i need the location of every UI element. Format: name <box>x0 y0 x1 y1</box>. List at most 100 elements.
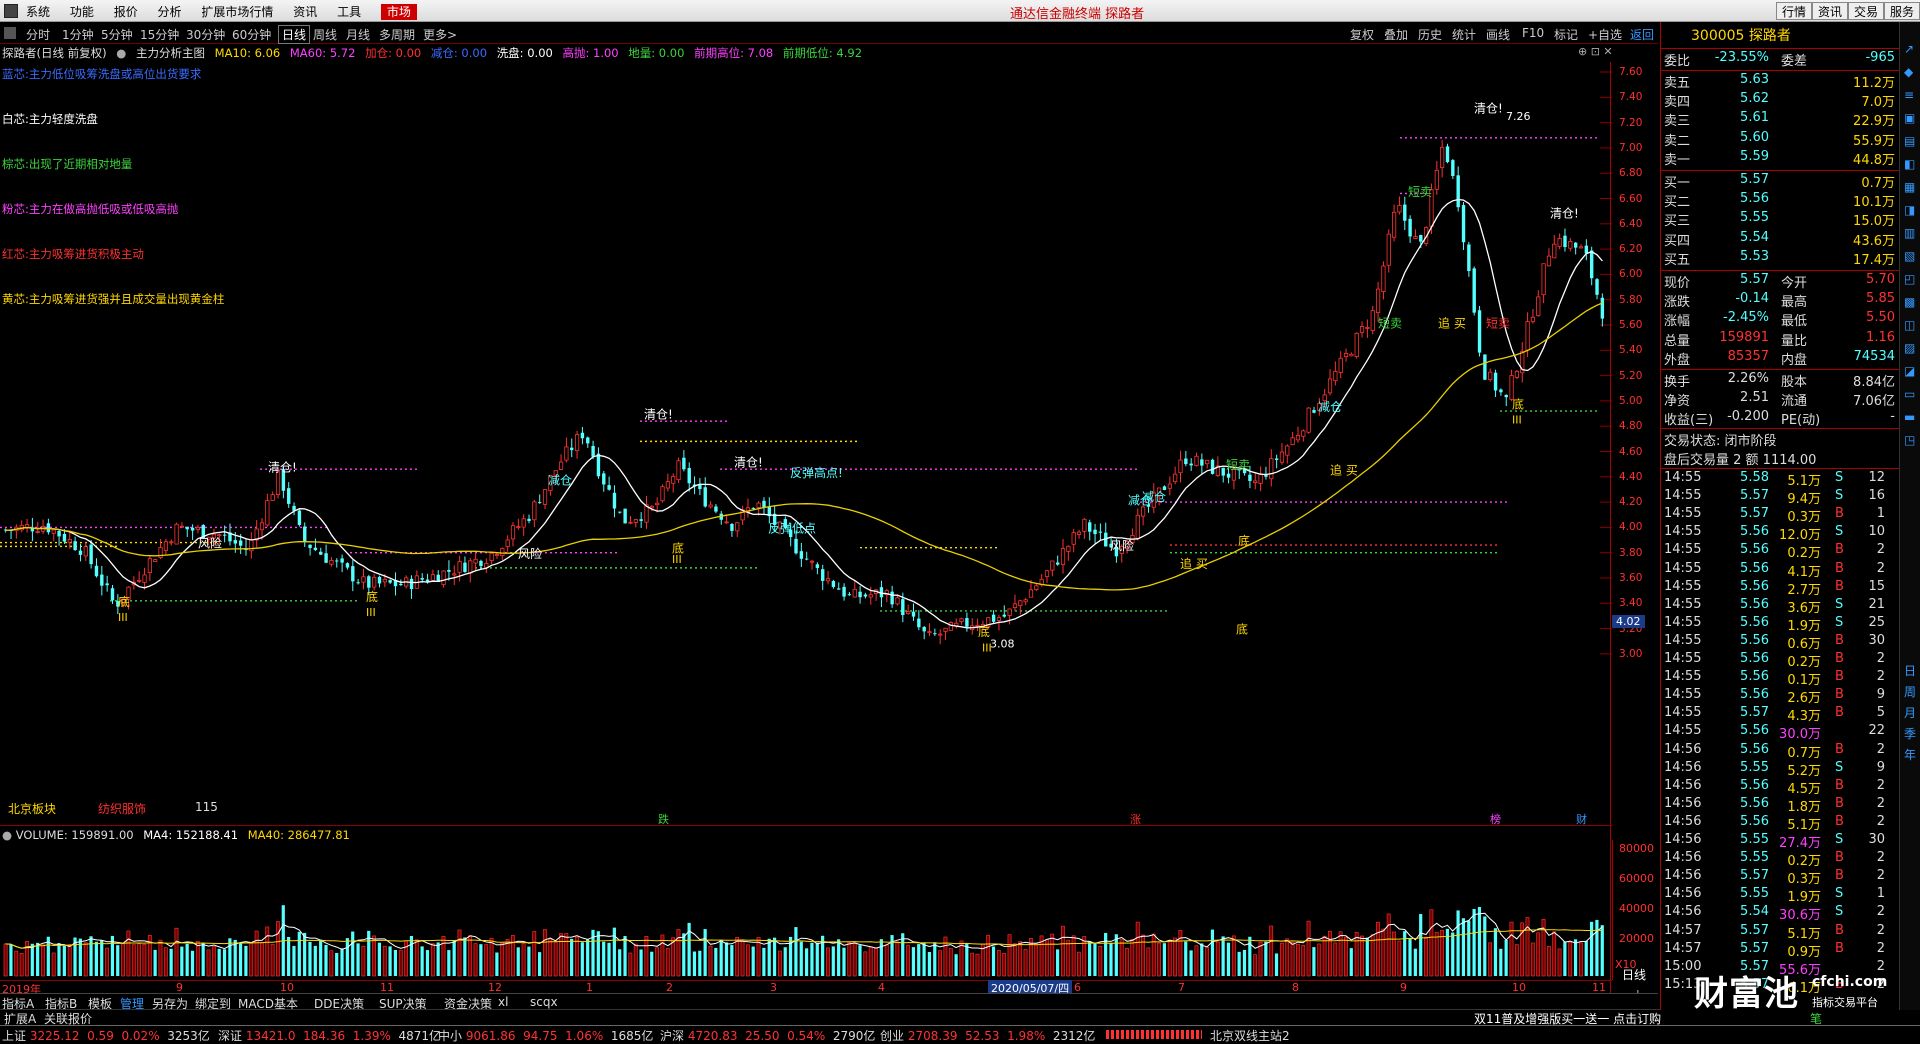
candle-body <box>1066 545 1071 552</box>
side-tool-icon[interactable]: ≡ <box>1904 88 1914 102</box>
btn-quote[interactable]: 行情 <box>1776 2 1813 20</box>
side-period-icon[interactable]: 年 <box>1904 746 1916 763</box>
menu-function[interactable]: 功能 <box>70 5 94 19</box>
app-icon[interactable] <box>4 4 18 18</box>
index-quote[interactable]: 深证 13421.0 184.36 1.39% 4871亿 <box>218 1027 441 1044</box>
period-more[interactable]: 更多> <box>423 26 457 43</box>
annot-di: 底 <box>978 624 990 639</box>
volume-bar <box>303 932 307 976</box>
volume-bar <box>409 935 414 976</box>
volume-bar <box>495 952 499 976</box>
btn-trade[interactable]: 交易 <box>1848 2 1885 20</box>
side-tool-icon[interactable]: ▥ <box>1904 226 1915 240</box>
period-60min[interactable]: 60分钟 <box>232 26 271 43</box>
tool-back[interactable]: 返回 <box>1630 26 1654 43</box>
period-multi[interactable]: 多周期 <box>379 26 415 43</box>
side-tool-icon[interactable]: ◆ <box>1904 65 1913 79</box>
volume-bar <box>319 939 323 976</box>
menu-quote[interactable]: 报价 <box>114 5 138 19</box>
menu-system[interactable]: 系统 <box>26 5 50 19</box>
side-tool-icon[interactable]: ↗ <box>1904 42 1914 56</box>
side-tool-icon[interactable]: ▭ <box>1904 387 1915 401</box>
candlestick-chart[interactable]: 清仓!清仓!清仓!清仓!清仓!7.263.08底 底底底底底底III IIIIIII… <box>0 62 1612 822</box>
candle-body <box>297 510 302 525</box>
menu-market[interactable]: 市场 <box>380 4 417 20</box>
side-tool-icon[interactable]: ▧ <box>1904 249 1915 263</box>
candle-body <box>698 485 702 490</box>
indicator-tab[interactable]: xl <box>498 995 508 1009</box>
side-period-icon[interactable]: 周 <box>1904 683 1916 700</box>
side-tool-icon[interactable]: ◨ <box>1904 203 1915 217</box>
volume-bar <box>1055 949 1060 976</box>
side-tool-icon[interactable]: ▬ <box>1904 410 1915 424</box>
index-quote[interactable]: 创业 2708.39 52.53 1.98% 2312亿 <box>880 1027 1095 1044</box>
side-tool-icon[interactable]: ◫ <box>1904 318 1915 332</box>
toolbar-icon[interactable] <box>4 27 16 39</box>
candles <box>4 139 1605 645</box>
volume-bar <box>19 952 24 977</box>
candle-body <box>558 461 564 470</box>
indicator-tab[interactable]: scqx <box>530 995 558 1009</box>
sector-industry[interactable]: 纺织服饰 <box>98 800 146 817</box>
chart-window-icons[interactable]: ⊕ ⊡ ✕ <box>1578 45 1613 58</box>
menu-tools[interactable]: 工具 <box>337 5 361 19</box>
server-name[interactable]: 北京双线主站2 <box>1210 1027 1290 1044</box>
volume-bar <box>382 945 387 977</box>
period-week[interactable]: 周线 <box>313 26 337 43</box>
tool-overlay[interactable]: 叠加 <box>1384 26 1408 43</box>
side-tool-icon[interactable]: ◳ <box>1904 433 1915 447</box>
menu-ext-market[interactable]: 扩展市场行情 <box>201 5 273 19</box>
period-1min[interactable]: 1分钟 <box>62 26 94 43</box>
side-tool-icon[interactable]: ◧ <box>1904 157 1915 171</box>
index-quote[interactable]: 上证 3225.12 0.59 0.02% 3253亿 <box>2 1027 210 1044</box>
volume-bar <box>260 942 264 977</box>
side-period-icon[interactable]: 日 <box>1904 662 1916 679</box>
candle-body <box>591 445 595 457</box>
menu-info[interactable]: 资讯 <box>293 5 317 19</box>
period-fenshi[interactable]: 分时 <box>26 26 50 43</box>
period-day[interactable]: 日线 <box>278 25 311 44</box>
period-month[interactable]: 月线 <box>346 26 370 43</box>
tool-fuquan[interactable]: 复权 <box>1350 26 1374 43</box>
index-quote[interactable]: 沪深 4720.83 25.50 0.54% 2790亿 <box>660 1027 875 1044</box>
tool-mark[interactable]: 标记 <box>1554 26 1578 43</box>
menu-analysis[interactable]: 分析 <box>158 5 182 19</box>
side-tool-icon[interactable]: ◰ <box>1904 272 1915 286</box>
side-period-icon[interactable]: 季 <box>1904 725 1916 742</box>
volume-bar <box>1274 953 1279 976</box>
period-5min[interactable]: 5分钟 <box>101 26 133 43</box>
candle-body <box>1007 608 1012 616</box>
volume-chart[interactable] <box>0 840 1612 980</box>
side-tool-icon[interactable]: ◪ <box>1904 364 1915 378</box>
tool-draw[interactable]: 画线 <box>1486 26 1510 43</box>
bi-tag[interactable]: 笔 <box>1810 1010 1822 1027</box>
btn-news[interactable]: 资讯 <box>1812 2 1849 20</box>
tool-f10[interactable]: F10 <box>1522 26 1544 40</box>
volume-bar <box>1397 940 1402 977</box>
volume-bar <box>1365 937 1369 976</box>
volume-bar <box>580 942 584 976</box>
side-period-icon[interactable]: 月 <box>1904 704 1916 721</box>
side-tool-icon[interactable]: ▨ <box>1904 341 1915 355</box>
side-tool-icon[interactable]: ▤ <box>1904 134 1915 148</box>
tool-history[interactable]: 历史 <box>1418 26 1442 43</box>
index-quote[interactable]: 中小 9061.86 94.75 1.06% 1685亿 <box>438 1027 653 1044</box>
btn-service[interactable]: 服务 <box>1884 2 1920 20</box>
side-tool-icon[interactable]: ▩ <box>1904 295 1915 309</box>
candle-body <box>78 550 83 555</box>
indicator-name[interactable]: 主力分析主图 <box>136 46 205 60</box>
indicator-settings-icon[interactable]: ● <box>116 46 126 60</box>
period-30min[interactable]: 30分钟 <box>186 26 225 43</box>
candle-body <box>917 618 921 628</box>
tool-add-fav[interactable]: +自选 <box>1588 26 1622 43</box>
candle-body <box>174 523 179 545</box>
sector-row: 北京板块 纺织服饰 115 <box>0 800 1612 816</box>
volume-bar <box>1269 925 1274 977</box>
side-tool-icon[interactable]: ▦ <box>1904 180 1915 194</box>
side-tool-icon[interactable]: ▣ <box>1904 111 1915 125</box>
period-15min[interactable]: 15分钟 <box>140 26 179 43</box>
gaopao-value: 高抛: 1.00 <box>562 46 619 60</box>
tool-stats[interactable]: 统计 <box>1452 26 1476 43</box>
period-indicator[interactable]: 日线 <box>1622 966 1646 983</box>
sector-region[interactable]: 北京板块 <box>8 800 56 817</box>
